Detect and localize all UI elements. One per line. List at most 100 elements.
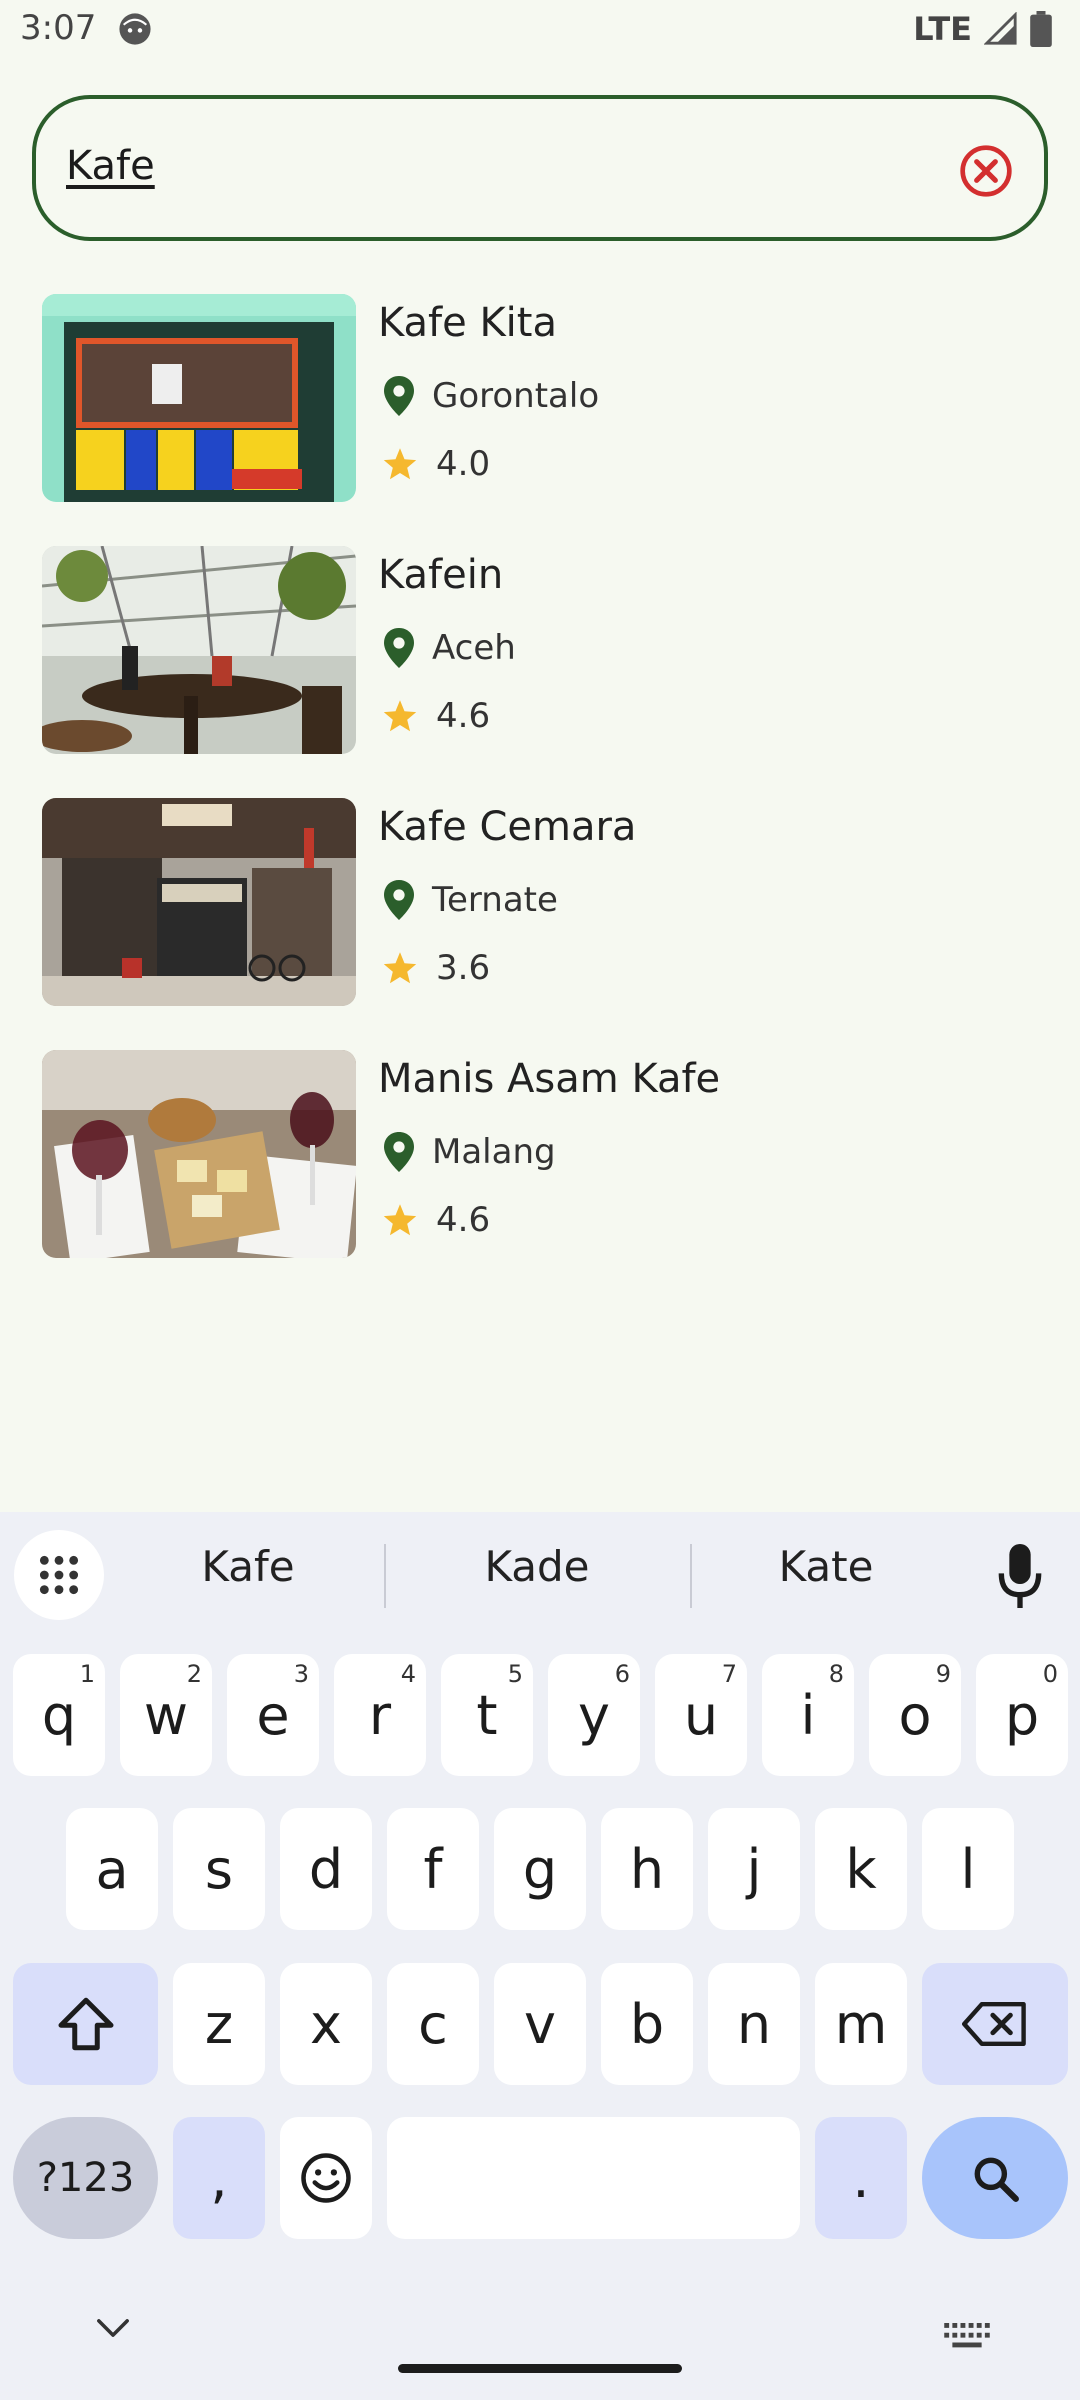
backspace-icon bbox=[962, 2002, 1026, 2046]
comma-key[interactable]: , bbox=[173, 2117, 265, 2239]
network-type: LTE bbox=[913, 10, 972, 48]
key-label: w bbox=[143, 1683, 189, 1747]
result-item[interactable]: Kafe Cemara Ternate 3.6 bbox=[40, 796, 1040, 1008]
mic-icon[interactable] bbox=[998, 1544, 1042, 1608]
key-i[interactable]: i8 bbox=[762, 1654, 854, 1776]
key-p[interactable]: p0 bbox=[976, 1654, 1068, 1776]
key-hint: 7 bbox=[721, 1660, 737, 1688]
location-pin-icon bbox=[384, 376, 414, 416]
search-icon bbox=[974, 2157, 1019, 2202]
key-g[interactable]: g bbox=[494, 1808, 586, 1930]
key-b[interactable]: b bbox=[601, 1963, 693, 2085]
key-label: k bbox=[845, 1837, 877, 1901]
key-e[interactable]: e3 bbox=[227, 1654, 319, 1776]
key-c[interactable]: c bbox=[387, 1963, 479, 2085]
star-icon bbox=[383, 448, 417, 480]
location-row: Malang bbox=[384, 1132, 556, 1172]
search-input-value[interactable]: Kafe bbox=[66, 143, 155, 189]
key-hint: 9 bbox=[935, 1660, 951, 1688]
space-key[interactable] bbox=[387, 2117, 800, 2239]
shift-icon bbox=[58, 1997, 113, 2051]
cafe-name: Manis Asam Kafe bbox=[378, 1056, 721, 1102]
signal-icon bbox=[984, 12, 1017, 45]
key-n[interactable]: n bbox=[708, 1963, 800, 2085]
key-hint: 8 bbox=[828, 1660, 844, 1688]
period-key[interactable]: . bbox=[815, 2117, 907, 2239]
key-hint: 6 bbox=[614, 1660, 630, 1688]
key-label: n bbox=[736, 1992, 772, 2056]
key-z[interactable]: z bbox=[173, 1963, 265, 2085]
key-s[interactable]: s bbox=[173, 1808, 265, 1930]
key-f[interactable]: f bbox=[387, 1808, 479, 1930]
key-label: q bbox=[41, 1683, 77, 1747]
key-hint: 5 bbox=[507, 1660, 523, 1688]
key-k[interactable]: k bbox=[815, 1808, 907, 1930]
star-icon bbox=[383, 700, 417, 732]
key-label: h bbox=[629, 1837, 665, 1901]
key-l[interactable]: l bbox=[922, 1808, 1014, 1930]
rating-row: 3.6 bbox=[382, 948, 490, 988]
rating-row: 4.0 bbox=[382, 444, 490, 484]
cafe-location: Malang bbox=[432, 1132, 556, 1172]
key-y[interactable]: y6 bbox=[548, 1654, 640, 1776]
status-time: 3:07 bbox=[20, 8, 97, 48]
key-label: m bbox=[834, 1992, 888, 2056]
key-label: u bbox=[683, 1683, 719, 1747]
key-x[interactable]: x bbox=[280, 1963, 372, 2085]
cafe-location: Gorontalo bbox=[432, 376, 600, 416]
face-icon bbox=[119, 13, 151, 45]
cafe-name: Kafe Kita bbox=[378, 300, 557, 346]
result-item[interactable]: Manis Asam Kafe Malang 4.6 bbox=[40, 1048, 1040, 1260]
cafe-rating: 3.6 bbox=[436, 948, 491, 988]
key-w[interactable]: w2 bbox=[120, 1654, 212, 1776]
result-item[interactable]: Kafe Kita Gorontalo 4.0 bbox=[40, 292, 1040, 504]
rating-row: 4.6 bbox=[382, 1200, 490, 1240]
location-pin-icon bbox=[384, 1132, 414, 1172]
key-d[interactable]: d bbox=[280, 1808, 372, 1930]
key-m[interactable]: m bbox=[815, 1963, 907, 2085]
apps-grid-button[interactable] bbox=[14, 1530, 104, 1620]
rating-row: 4.6 bbox=[382, 696, 490, 736]
backspace-key[interactable] bbox=[922, 1963, 1068, 2085]
clear-icon[interactable] bbox=[958, 143, 1014, 199]
key-v[interactable]: v bbox=[494, 1963, 586, 2085]
suggestion-divider bbox=[384, 1544, 386, 1608]
search-key[interactable] bbox=[922, 2117, 1068, 2239]
emoji-key[interactable] bbox=[280, 2117, 372, 2239]
home-indicator[interactable] bbox=[398, 2364, 682, 2373]
key-r[interactable]: r4 bbox=[334, 1654, 426, 1776]
key-j[interactable]: j bbox=[708, 1808, 800, 1930]
key-o[interactable]: o9 bbox=[869, 1654, 961, 1776]
chevron-down-icon[interactable] bbox=[96, 2318, 130, 2338]
cafe-thumbnail bbox=[42, 294, 356, 502]
shift-key[interactable] bbox=[13, 1963, 158, 2085]
key-h[interactable]: h bbox=[601, 1808, 693, 1930]
location-row: Aceh bbox=[384, 628, 516, 668]
keyboard-icon[interactable] bbox=[944, 2323, 990, 2349]
key-a[interactable]: a bbox=[66, 1808, 158, 1930]
search-field[interactable]: Kafe bbox=[32, 95, 1048, 241]
suggestion-2[interactable]: Kade bbox=[412, 1542, 662, 1591]
key-label: d bbox=[308, 1837, 344, 1901]
suggestion-divider bbox=[690, 1544, 692, 1608]
suggestion-3[interactable]: Kate bbox=[701, 1542, 951, 1591]
cafe-name: Kafe Cemara bbox=[378, 804, 637, 850]
key-u[interactable]: u7 bbox=[655, 1654, 747, 1776]
key-label: b bbox=[629, 1992, 665, 2056]
key-label: e bbox=[256, 1683, 290, 1747]
location-pin-icon bbox=[384, 880, 414, 920]
cafe-rating: 4.0 bbox=[436, 444, 491, 484]
star-icon bbox=[383, 1204, 417, 1236]
key-q[interactable]: q1 bbox=[13, 1654, 105, 1776]
key-hint: 4 bbox=[400, 1660, 416, 1688]
key-label: l bbox=[960, 1837, 976, 1901]
star-icon bbox=[383, 952, 417, 984]
key-label: f bbox=[423, 1837, 443, 1901]
result-item[interactable]: Kafein Aceh 4.6 bbox=[40, 544, 1040, 756]
key-t[interactable]: t5 bbox=[441, 1654, 533, 1776]
symbols-key[interactable]: ?123 bbox=[13, 2117, 158, 2239]
emoji-icon bbox=[301, 2153, 351, 2203]
key-label: v bbox=[524, 1992, 556, 2056]
key-label: . bbox=[852, 2146, 870, 2210]
suggestion-1[interactable]: Kafe bbox=[123, 1542, 373, 1591]
